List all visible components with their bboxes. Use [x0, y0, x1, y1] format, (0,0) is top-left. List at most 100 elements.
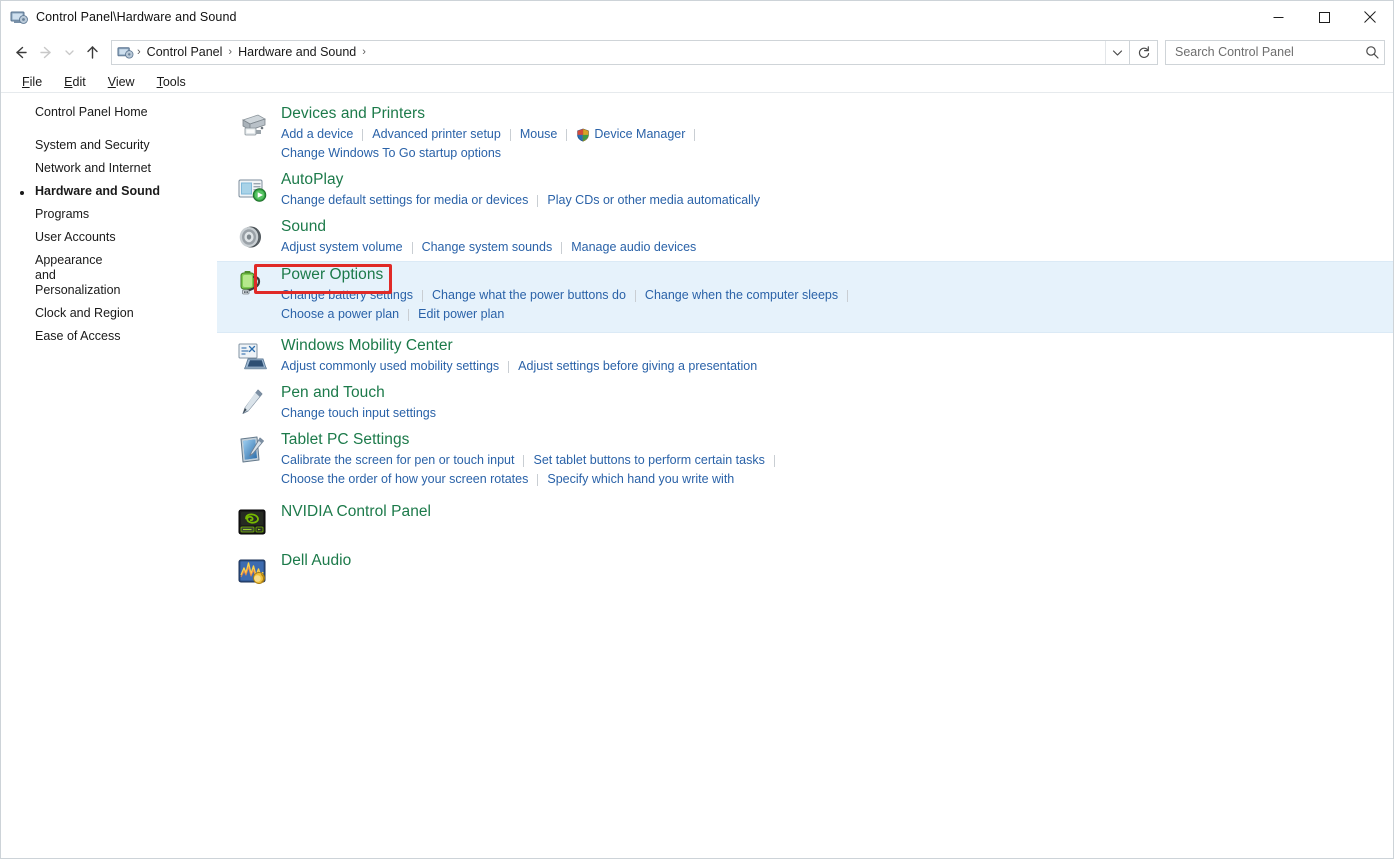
- menu-tools[interactable]: Tools: [146, 72, 197, 92]
- sidebar: Control Panel Home System and Security N…: [1, 93, 217, 858]
- search-icon[interactable]: [1365, 45, 1380, 60]
- link-change-default-settings-for-media-or-devices[interactable]: Change default settings for media or dev…: [281, 191, 528, 210]
- sidebar-item-network-and-internet[interactable]: Network and Internet: [1, 157, 217, 180]
- category-title-devices-and-printers[interactable]: Devices and Printers: [281, 103, 425, 125]
- link-set-tablet-buttons-to-perform-certain-tasks[interactable]: Set tablet buttons to perform certain ta…: [533, 451, 764, 470]
- link-adjust-commonly-used-mobility-settings[interactable]: Adjust commonly used mobility settings: [281, 357, 499, 376]
- sidebar-item-appearance-and-personalization[interactable]: Appearance and Personalization: [1, 249, 113, 302]
- category-body: AutoPlay Change default settings for med…: [281, 169, 1393, 210]
- category-title-sound[interactable]: Sound: [281, 216, 326, 238]
- minimize-button[interactable]: [1255, 1, 1301, 33]
- maximize-button[interactable]: [1301, 1, 1347, 33]
- menu-edit[interactable]: Edit: [53, 72, 97, 92]
- link-change-touch-input-settings[interactable]: Change touch input settings: [281, 404, 436, 423]
- category-body: NVIDIA Control Panel: [281, 501, 1393, 538]
- recent-locations-button[interactable]: [59, 39, 79, 65]
- power-options-icon: [233, 264, 271, 324]
- sidebar-item-programs[interactable]: Programs: [1, 203, 217, 226]
- link-device-manager[interactable]: Device Manager: [594, 125, 685, 144]
- sound-icon: [233, 216, 271, 257]
- link-choose-the-order-of-how-your-screen-rotates[interactable]: Choose the order of how your screen rota…: [281, 470, 528, 489]
- sidebar-item-user-accounts[interactable]: User Accounts: [1, 226, 217, 249]
- category-body: Pen and Touch Change touch input setting…: [281, 382, 1393, 423]
- link-separator-trailing: [694, 129, 695, 141]
- link-separator: [362, 129, 363, 141]
- sidebar-item-ease-of-access[interactable]: Ease of Access: [1, 325, 217, 348]
- link-row: Change default settings for media or dev…: [281, 191, 1393, 210]
- link-row: Calibrate the screen for pen or touch in…: [281, 451, 1393, 470]
- link-manage-audio-devices[interactable]: Manage audio devices: [571, 238, 696, 257]
- mobility-center-icon: [233, 335, 271, 376]
- category-title-power-options[interactable]: Power Options: [281, 264, 383, 286]
- close-button[interactable]: [1347, 1, 1393, 33]
- link-mouse[interactable]: Mouse: [520, 125, 558, 144]
- link-adjust-system-volume[interactable]: Adjust system volume: [281, 238, 403, 257]
- sidebar-item-control-panel-home[interactable]: Control Panel Home: [1, 101, 217, 124]
- category-sound: Sound Adjust system volume Change system…: [217, 214, 1393, 261]
- breadcrumb-item-control-panel[interactable]: Control Panel: [142, 45, 228, 59]
- category-pen-and-touch: Pen and Touch Change touch input setting…: [217, 380, 1393, 427]
- link-edit-power-plan[interactable]: Edit power plan: [418, 305, 504, 324]
- category-body: Sound Adjust system volume Change system…: [281, 216, 1393, 257]
- refresh-button[interactable]: [1130, 40, 1158, 65]
- menu-file-label: F: [22, 75, 30, 89]
- category-power-options: Power Options Change battery settings Ch…: [217, 261, 1393, 333]
- link-change-when-the-computer-sleeps[interactable]: Change when the computer sleeps: [645, 286, 838, 305]
- breadcrumb-item-hardware-and-sound[interactable]: Hardware and Sound: [233, 45, 361, 59]
- link-change-system-sounds[interactable]: Change system sounds: [422, 238, 553, 257]
- link-row: Choose the order of how your screen rota…: [281, 470, 1393, 489]
- search-input[interactable]: [1173, 44, 1365, 60]
- search-box[interactable]: [1165, 40, 1385, 65]
- up-button[interactable]: [79, 39, 105, 65]
- link-play-cds-or-other-media-automatically[interactable]: Play CDs or other media automatically: [547, 191, 760, 210]
- nvidia-icon: [233, 501, 271, 538]
- link-change-what-the-power-buttons-do[interactable]: Change what the power buttons do: [432, 286, 626, 305]
- sidebar-gap: [1, 124, 217, 134]
- link-separator: [422, 290, 423, 302]
- menu-edit-label: E: [64, 75, 72, 89]
- forward-button[interactable]: [33, 39, 59, 65]
- back-button[interactable]: [7, 39, 33, 65]
- link-adjust-settings-before-giving-a-presentation[interactable]: Adjust settings before giving a presenta…: [518, 357, 757, 376]
- category-title-windows-mobility-center[interactable]: Windows Mobility Center: [281, 335, 453, 357]
- link-row: Adjust system volume Change system sound…: [281, 238, 1393, 257]
- link-separator: [510, 129, 511, 141]
- category-devices-and-printers: Devices and Printers Add a device Advanc…: [217, 101, 1393, 167]
- sidebar-item-clock-and-region[interactable]: Clock and Region: [1, 302, 217, 325]
- link-separator-trailing: [847, 290, 848, 302]
- category-body: Tablet PC Settings Calibrate the screen …: [281, 429, 1393, 489]
- category-title-autoplay[interactable]: AutoPlay: [281, 169, 343, 191]
- link-separator: [537, 195, 538, 207]
- category-title-dell-audio[interactable]: Dell Audio: [281, 550, 351, 572]
- link-separator: [523, 455, 524, 467]
- link-choose-a-power-plan[interactable]: Choose a power plan: [281, 305, 399, 324]
- sidebar-item-system-and-security[interactable]: System and Security: [1, 134, 217, 157]
- category-title-tablet-pc-settings[interactable]: Tablet PC Settings: [281, 429, 409, 451]
- link-row: Change battery settings Change what the …: [281, 286, 1393, 305]
- category-windows-mobility-center: Windows Mobility Center Adjust commonly …: [217, 333, 1393, 380]
- category-title-pen-and-touch[interactable]: Pen and Touch: [281, 382, 385, 404]
- window-controls: [1255, 1, 1393, 33]
- link-specify-which-hand-you-write-with[interactable]: Specify which hand you write with: [547, 470, 734, 489]
- category-title-nvidia-control-panel[interactable]: NVIDIA Control Panel: [281, 501, 431, 523]
- link-change-windows-to-go-startup-options[interactable]: Change Windows To Go startup options: [281, 144, 501, 163]
- printer-icon: [233, 103, 271, 163]
- control-panel-window: Control Panel\Hardware and Sound: [0, 0, 1394, 859]
- link-separator: [508, 361, 509, 373]
- menu-view[interactable]: View: [97, 72, 146, 92]
- chevron-down-icon[interactable]: [1105, 41, 1129, 64]
- breadcrumb[interactable]: › Control Panel › Hardware and Sound ›: [111, 40, 1130, 65]
- link-add-a-device[interactable]: Add a device: [281, 125, 353, 144]
- link-separator: [408, 309, 409, 321]
- title-bar: Control Panel\Hardware and Sound: [1, 1, 1393, 33]
- category-body: Devices and Printers Add a device Advanc…: [281, 103, 1393, 163]
- link-separator: [561, 242, 562, 254]
- autoplay-icon: [233, 169, 271, 210]
- link-calibrate-the-screen-for-pen-or-touch-input[interactable]: Calibrate the screen for pen or touch in…: [281, 451, 514, 470]
- menu-file[interactable]: File: [11, 72, 53, 92]
- link-advanced-printer-setup[interactable]: Advanced printer setup: [372, 125, 501, 144]
- category-nvidia-control-panel: NVIDIA Control Panel: [217, 493, 1393, 542]
- sidebar-item-hardware-and-sound[interactable]: Hardware and Sound: [1, 180, 217, 203]
- category-body: Dell Audio: [281, 550, 1393, 587]
- link-change-battery-settings[interactable]: Change battery settings: [281, 286, 413, 305]
